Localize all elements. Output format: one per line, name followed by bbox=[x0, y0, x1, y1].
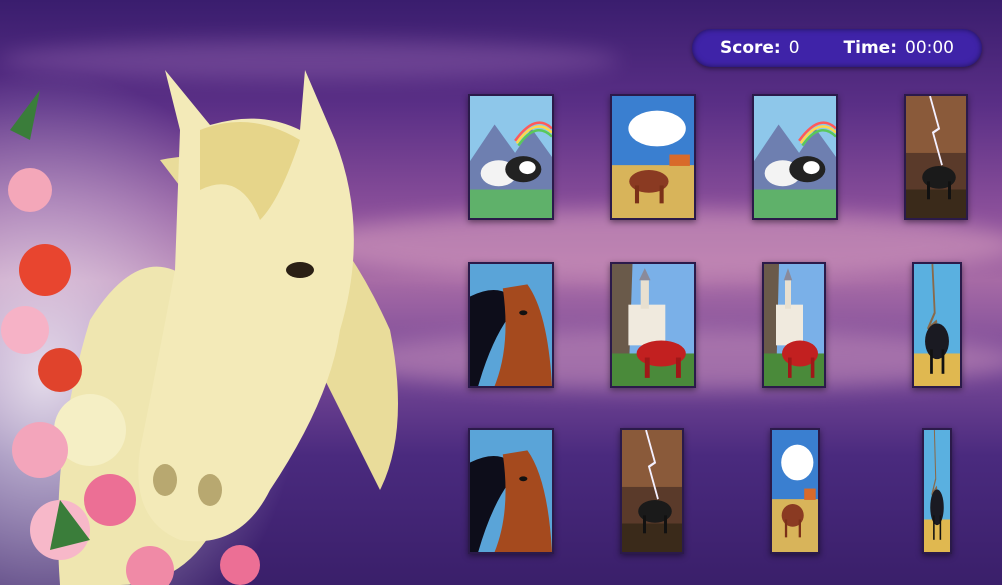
card-image-horse-sky-field bbox=[612, 96, 694, 218]
time-display: Time: 00:00 bbox=[844, 38, 954, 58]
card-image-horses-mountain-rainbow bbox=[470, 96, 552, 218]
card-image-horse-lightning bbox=[906, 96, 966, 218]
memory-card-horse-lightning[interactable] bbox=[620, 428, 684, 554]
card-image-horse-castle bbox=[612, 264, 694, 386]
card-image-horse-tree bbox=[914, 264, 960, 386]
memory-card-horse-sky-field[interactable] bbox=[610, 94, 696, 220]
score-display: Score: 0 bbox=[720, 38, 800, 58]
time-label: Time: bbox=[843, 38, 897, 58]
score-time-panel: Score: 0 Time: 00:00 bbox=[692, 29, 982, 67]
memory-card-horses-mountain-rainbow[interactable] bbox=[752, 94, 838, 220]
card-image-horse-head-wind bbox=[470, 430, 552, 552]
score-label: Score: bbox=[720, 38, 781, 58]
card-image-horse-lightning bbox=[622, 430, 682, 552]
memory-card-horse-head-wind[interactable] bbox=[468, 428, 554, 554]
card-image-horse-castle bbox=[764, 264, 824, 386]
memory-card-horse-lightning[interactable] bbox=[904, 94, 968, 220]
memory-card-horses-mountain-rainbow[interactable] bbox=[468, 94, 554, 220]
memory-card-horse-castle[interactable] bbox=[762, 262, 826, 388]
memory-card-horse-castle[interactable] bbox=[610, 262, 696, 388]
card-image-horse-head-wind bbox=[470, 264, 552, 386]
score-value: 0 bbox=[788, 38, 800, 58]
memory-card-horse-head-wind[interactable] bbox=[468, 262, 554, 388]
card-image-horse-sky-field bbox=[772, 430, 818, 552]
memory-card-horse-tree[interactable] bbox=[912, 262, 962, 388]
horse-artwork bbox=[0, 70, 430, 585]
time-value: 00:00 bbox=[905, 38, 954, 58]
memory-card-horse-sky-field[interactable] bbox=[770, 428, 820, 554]
card-image-horses-mountain-rainbow bbox=[754, 96, 836, 218]
memory-card-horse-tree[interactable] bbox=[922, 428, 952, 554]
card-image-horse-tree bbox=[924, 430, 950, 552]
